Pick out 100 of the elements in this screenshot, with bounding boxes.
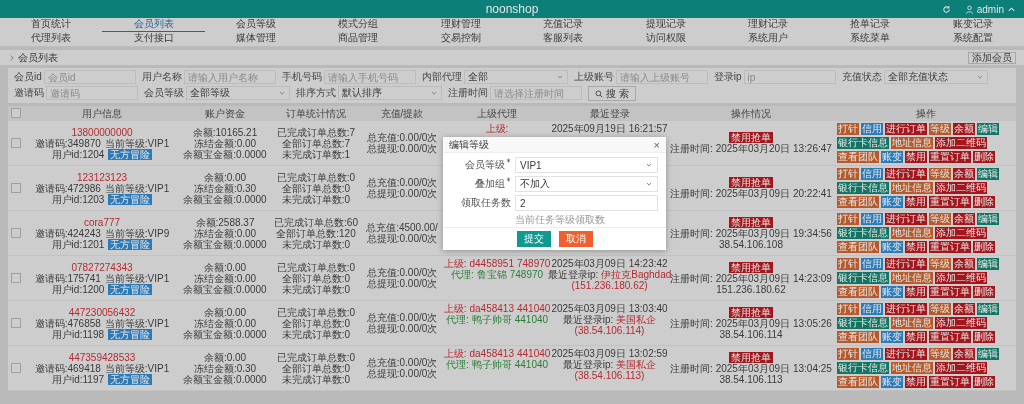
action-button[interactable]: 地址信息	[891, 317, 933, 329]
action-button[interactable]: 账变	[881, 151, 903, 163]
checkbox[interactable]	[11, 228, 21, 238]
nav-tab[interactable]: 商品管理	[307, 32, 410, 46]
select-field[interactable]: 不加入	[515, 176, 658, 192]
checkbox[interactable]	[11, 363, 21, 373]
action-button[interactable]: 进行订单	[885, 303, 927, 315]
action-button[interactable]: 余额	[953, 123, 975, 135]
action-button[interactable]: 删除	[973, 151, 995, 163]
action-button[interactable]: 等级	[929, 303, 951, 315]
search-button[interactable]: 搜 索	[588, 86, 636, 101]
action-button[interactable]: 信用	[861, 213, 883, 225]
action-button[interactable]: 禁用	[905, 286, 927, 298]
action-button[interactable]: 进行订单	[885, 258, 927, 270]
nav-tab[interactable]: 充值记录	[512, 18, 615, 32]
action-button[interactable]: 等级	[929, 258, 951, 270]
checkbox[interactable]	[11, 273, 21, 283]
action-button[interactable]: 账变	[881, 241, 903, 253]
action-button[interactable]: 添加二维码	[935, 182, 987, 194]
checkbox[interactable]	[11, 138, 21, 148]
action-button[interactable]: 打针	[837, 168, 859, 180]
action-button[interactable]: 删除	[973, 196, 995, 208]
action-button[interactable]: 信用	[861, 348, 883, 360]
action-button[interactable]: 查看团队	[837, 286, 879, 298]
checkbox[interactable]	[11, 183, 21, 193]
action-button[interactable]: 查看团队	[837, 376, 879, 388]
action-button[interactable]: 编辑	[977, 258, 999, 270]
action-button[interactable]: 账变	[881, 196, 903, 208]
action-button[interactable]: 禁用	[905, 151, 927, 163]
action-button[interactable]: 添加二维码	[935, 362, 987, 374]
nav-tab[interactable]: 系统配置	[921, 32, 1024, 46]
action-button[interactable]: 等级	[929, 213, 951, 225]
checkbox[interactable]	[11, 108, 21, 118]
action-button[interactable]: 编辑	[977, 348, 999, 360]
nav-tab[interactable]: 交易控制	[409, 32, 512, 46]
nav-tab[interactable]: 提现记录	[614, 18, 717, 32]
nav-tab[interactable]: 模式分组	[307, 18, 410, 32]
action-button[interactable]: 禁用	[905, 376, 927, 388]
checkbox[interactable]	[11, 318, 21, 328]
action-button[interactable]: 信用	[861, 123, 883, 135]
action-button[interactable]: 删除	[973, 241, 995, 253]
action-button[interactable]: 编辑	[977, 123, 999, 135]
action-button[interactable]: 地址信息	[891, 362, 933, 374]
action-button[interactable]: 银行卡信息	[837, 362, 889, 374]
action-button[interactable]: 银行卡信息	[837, 182, 889, 194]
action-button[interactable]: 添加二维码	[935, 272, 987, 284]
filter-input[interactable]: 会员id	[43, 70, 136, 84]
action-button[interactable]: 打针	[837, 123, 859, 135]
nav-tab[interactable]: 客服列表	[512, 32, 615, 46]
filter-input[interactable]: ip	[743, 70, 836, 84]
action-button[interactable]: 地址信息	[891, 182, 933, 194]
nav-tab[interactable]: 系统用户	[716, 32, 820, 46]
action-button[interactable]: 查看团队	[837, 241, 879, 253]
nav-tab[interactable]: 系统菜单	[819, 32, 922, 46]
action-button[interactable]: 地址信息	[891, 137, 933, 149]
nav-tab[interactable]: 抢单记录	[819, 18, 922, 32]
action-button[interactable]: 银行卡信息	[837, 272, 889, 284]
nav-tab[interactable]: 代理列表	[0, 32, 103, 46]
filter-input[interactable]: 请输入用户名称	[183, 70, 276, 84]
select-field[interactable]: VIP1	[515, 157, 658, 173]
user-menu[interactable]: admin	[964, 3, 1016, 15]
action-button[interactable]: 余额	[953, 303, 975, 315]
action-button[interactable]: 重置订单	[929, 196, 971, 208]
action-button[interactable]: 进行订单	[885, 348, 927, 360]
action-button[interactable]: 重置订单	[929, 151, 971, 163]
action-button[interactable]: 信用	[861, 168, 883, 180]
action-button[interactable]: 重置订单	[929, 241, 971, 253]
action-button[interactable]: 等级	[929, 348, 951, 360]
action-button[interactable]: 打针	[837, 303, 859, 315]
action-button[interactable]: 账变	[881, 286, 903, 298]
input-field[interactable]: 2	[515, 195, 658, 211]
action-button[interactable]: 进行订单	[885, 213, 927, 225]
nav-tab[interactable]: 账变记录	[921, 18, 1024, 32]
action-button[interactable]: 等级	[929, 168, 951, 180]
action-button[interactable]: 打针	[837, 258, 859, 270]
nav-tab[interactable]: 访问权限	[614, 32, 717, 46]
action-button[interactable]: 添加二维码	[935, 317, 987, 329]
add-member-button[interactable]: 添加会员	[968, 51, 1016, 64]
action-button[interactable]: 禁用	[905, 241, 927, 253]
action-button[interactable]: 银行卡信息	[837, 227, 889, 239]
action-button[interactable]: 重置订单	[929, 286, 971, 298]
action-button[interactable]: 添加二维码	[935, 137, 987, 149]
action-button[interactable]: 编辑	[977, 213, 999, 225]
action-button[interactable]: 信用	[861, 303, 883, 315]
action-button[interactable]: 余额	[953, 348, 975, 360]
action-button[interactable]: 余额	[953, 168, 975, 180]
action-button[interactable]: 编辑	[977, 303, 999, 315]
action-button[interactable]: 账变	[881, 376, 903, 388]
action-button[interactable]: 账变	[881, 331, 903, 343]
action-button[interactable]: 删除	[973, 286, 995, 298]
action-button[interactable]: 地址信息	[891, 272, 933, 284]
action-button[interactable]: 银行卡信息	[837, 317, 889, 329]
nav-tab[interactable]: 支付接口	[102, 32, 205, 46]
action-button[interactable]: 银行卡信息	[837, 137, 889, 149]
action-button[interactable]: 余额	[953, 213, 975, 225]
action-button[interactable]: 信用	[861, 258, 883, 270]
close-button[interactable]: ×	[653, 138, 660, 151]
nav-tab[interactable]: 理财管理	[409, 18, 512, 32]
action-button[interactable]: 等级	[929, 123, 951, 135]
refresh-button[interactable]	[941, 4, 951, 14]
